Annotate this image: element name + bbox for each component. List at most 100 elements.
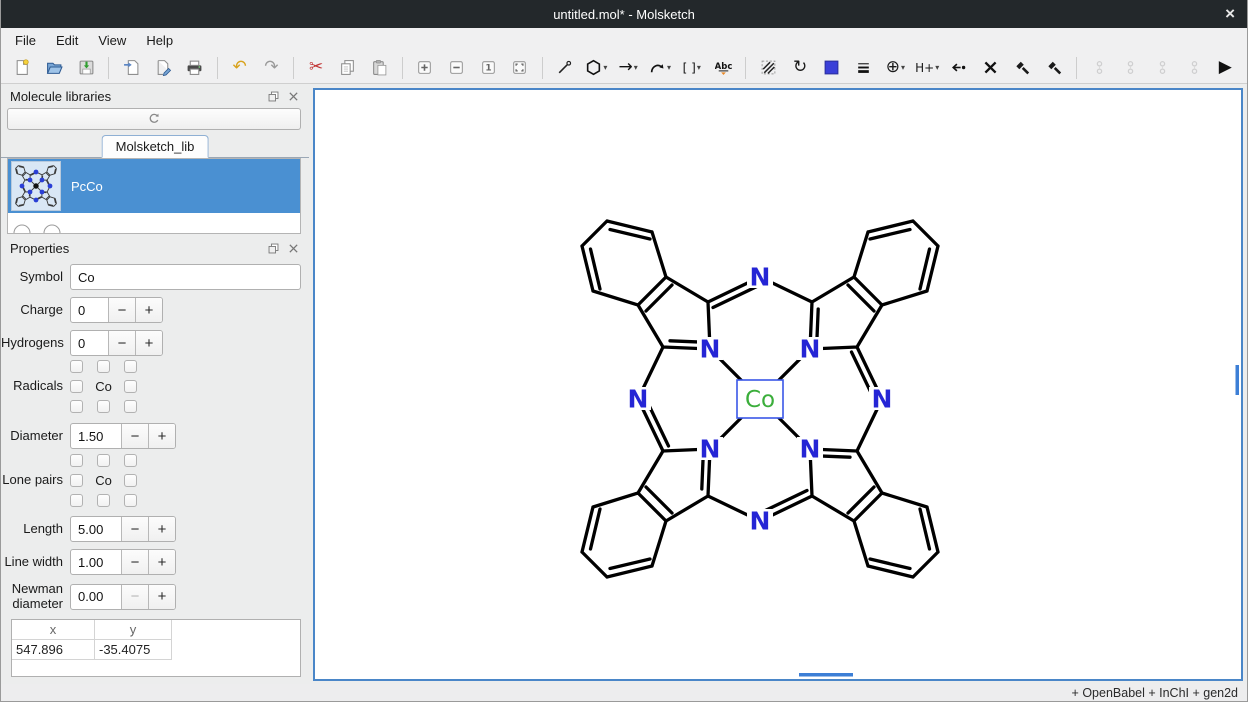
dropdown-arrow-icon[interactable]: ▾ bbox=[634, 63, 638, 72]
coords-header-x[interactable]: x bbox=[12, 620, 95, 640]
menu-edit[interactable]: Edit bbox=[46, 30, 88, 51]
bracket-tool-icon[interactable]: [ ]▾ bbox=[677, 55, 707, 81]
nitrogen-atom-label[interactable]: N bbox=[800, 335, 821, 364]
lone-pair-checkbox[interactable] bbox=[124, 494, 137, 507]
lone-pair-checkbox[interactable] bbox=[124, 474, 137, 487]
radical-checkbox[interactable] bbox=[124, 360, 137, 373]
zoom-fit-icon[interactable] bbox=[505, 55, 535, 81]
export-file-icon[interactable] bbox=[148, 55, 178, 81]
charge-tool-icon[interactable]: ⊕▾ bbox=[881, 55, 911, 81]
dropdown-arrow-icon[interactable]: ▾ bbox=[603, 63, 607, 72]
charge-increment-button[interactable]: + bbox=[135, 298, 162, 322]
lone-pair-checkbox[interactable] bbox=[97, 454, 110, 467]
nitrogen-atom-label[interactable]: N bbox=[700, 435, 721, 464]
toolbar-extension-icon[interactable]: ▶ bbox=[1210, 55, 1240, 81]
dropdown-arrow-icon[interactable]: ▾ bbox=[667, 63, 671, 72]
canvas-hscroll-handle[interactable] bbox=[799, 673, 853, 677]
undo-icon[interactable]: ↶ bbox=[225, 55, 255, 81]
lone-pair-checkbox[interactable] bbox=[97, 494, 110, 507]
hatch-tool-icon[interactable] bbox=[753, 55, 783, 81]
length-decrement-button[interactable]: − bbox=[121, 517, 148, 541]
charge-decrement-button[interactable]: − bbox=[108, 298, 135, 322]
lone-pair-checkbox[interactable] bbox=[70, 474, 83, 487]
dropdown-arrow-icon[interactable]: ▾ bbox=[935, 63, 939, 72]
length-value[interactable]: 5.00 bbox=[71, 517, 121, 541]
arrow-tool-icon[interactable]: →▾ bbox=[613, 55, 643, 81]
lone-pair-checkbox[interactable] bbox=[70, 454, 83, 467]
radical-checkbox[interactable] bbox=[124, 380, 137, 393]
charge-value[interactable]: 0 bbox=[71, 298, 108, 322]
drawing-canvas[interactable]: N N N N N N N N Co bbox=[313, 88, 1243, 681]
ring-tool-icon[interactable]: ▾ bbox=[582, 55, 612, 81]
tab-molsketch-lib[interactable]: Molsketch_lib bbox=[102, 135, 209, 158]
zoom-in-icon[interactable] bbox=[410, 55, 440, 81]
new-file-icon[interactable] bbox=[8, 55, 38, 81]
dropdown-arrow-icon[interactable]: ▾ bbox=[697, 63, 701, 72]
diameter-increment-button[interactable]: + bbox=[148, 424, 175, 448]
zoom-out-icon[interactable] bbox=[441, 55, 471, 81]
line-width-decrement-button[interactable]: − bbox=[121, 550, 148, 574]
lone-pair-checkbox[interactable] bbox=[70, 494, 83, 507]
radical-checkbox[interactable] bbox=[70, 380, 83, 393]
float-panel-icon[interactable] bbox=[267, 242, 280, 255]
menu-view[interactable]: View bbox=[88, 30, 136, 51]
radical-checkbox[interactable] bbox=[97, 360, 110, 373]
newman-diameter-value[interactable]: 0.00 bbox=[71, 585, 121, 609]
radical-checkbox[interactable] bbox=[124, 400, 137, 413]
coord-x-value[interactable]: 547.896 bbox=[12, 640, 95, 660]
symbol-input[interactable] bbox=[70, 264, 301, 290]
selected-atom-co[interactable]: Co bbox=[737, 380, 783, 418]
optimize-tool-icon[interactable] bbox=[1008, 55, 1038, 81]
cut-icon[interactable]: ✂ bbox=[301, 55, 331, 81]
mechanism-arrow-tool-icon[interactable]: ▾ bbox=[645, 55, 675, 81]
lone-pair-tool-icon[interactable] bbox=[944, 55, 974, 81]
line-width-tool-icon[interactable] bbox=[849, 55, 879, 81]
close-panel-icon[interactable] bbox=[287, 242, 300, 255]
menu-file[interactable]: File bbox=[5, 30, 46, 51]
molecule-pcco[interactable]: N N N N N N N N Co bbox=[582, 221, 938, 577]
coord-y-value[interactable]: -35.4075 bbox=[95, 640, 172, 660]
newman-diameter-increment-button[interactable]: + bbox=[148, 585, 175, 609]
nitrogen-atom-label[interactable]: N bbox=[750, 507, 771, 536]
library-item-partial[interactable] bbox=[8, 213, 300, 234]
radical-checkbox[interactable] bbox=[70, 400, 83, 413]
refresh-library-button[interactable] bbox=[7, 108, 301, 130]
import-file-icon[interactable] bbox=[116, 55, 146, 81]
radical-checkbox[interactable] bbox=[70, 360, 83, 373]
close-panel-icon[interactable] bbox=[287, 90, 300, 103]
coords-header-y[interactable]: y bbox=[95, 620, 172, 640]
menu-help[interactable]: Help bbox=[136, 30, 183, 51]
dropdown-arrow-icon[interactable]: ▾ bbox=[901, 63, 905, 72]
line-width-value[interactable]: 1.00 bbox=[71, 550, 121, 574]
nitrogen-atom-label[interactable]: N bbox=[628, 385, 649, 414]
print-icon[interactable] bbox=[180, 55, 210, 81]
diameter-decrement-button[interactable]: − bbox=[121, 424, 148, 448]
paste-icon[interactable] bbox=[365, 55, 395, 81]
nitrogen-atom-label[interactable]: N bbox=[872, 385, 893, 414]
color-swatch-icon[interactable] bbox=[817, 55, 847, 81]
float-panel-icon[interactable] bbox=[267, 90, 280, 103]
save-file-icon[interactable] bbox=[72, 55, 102, 81]
line-width-increment-button[interactable]: + bbox=[148, 550, 175, 574]
title-bar[interactable]: untitled.mol* - Molsketch × bbox=[1, 0, 1247, 28]
lone-pair-checkbox[interactable] bbox=[124, 454, 137, 467]
draw-bond-icon[interactable] bbox=[550, 55, 580, 81]
redo-icon[interactable]: ↷ bbox=[256, 55, 286, 81]
nitrogen-atom-label[interactable]: N bbox=[800, 435, 821, 464]
nitrogen-atom-label[interactable]: N bbox=[700, 335, 721, 364]
zoom-original-icon[interactable] bbox=[473, 55, 503, 81]
canvas-vscroll-handle[interactable] bbox=[1236, 365, 1240, 395]
optimize-alt-tool-icon[interactable] bbox=[1039, 55, 1069, 81]
delete-tool-icon[interactable] bbox=[976, 55, 1006, 81]
nitrogen-atom-label[interactable]: N bbox=[750, 263, 771, 292]
hydrogens-decrement-button[interactable]: − bbox=[108, 331, 135, 355]
copy-icon[interactable] bbox=[333, 55, 363, 81]
radical-checkbox[interactable] bbox=[97, 400, 110, 413]
hydrogen-tool-icon[interactable]: H+▾ bbox=[912, 55, 942, 81]
text-tool-icon[interactable] bbox=[709, 55, 739, 81]
rotate-tool-icon[interactable]: ↻ bbox=[785, 55, 815, 81]
diameter-value[interactable]: 1.50 bbox=[71, 424, 121, 448]
library-item-pcco[interactable]: PcCo bbox=[8, 159, 300, 213]
length-increment-button[interactable]: + bbox=[148, 517, 175, 541]
open-file-icon[interactable] bbox=[40, 55, 70, 81]
